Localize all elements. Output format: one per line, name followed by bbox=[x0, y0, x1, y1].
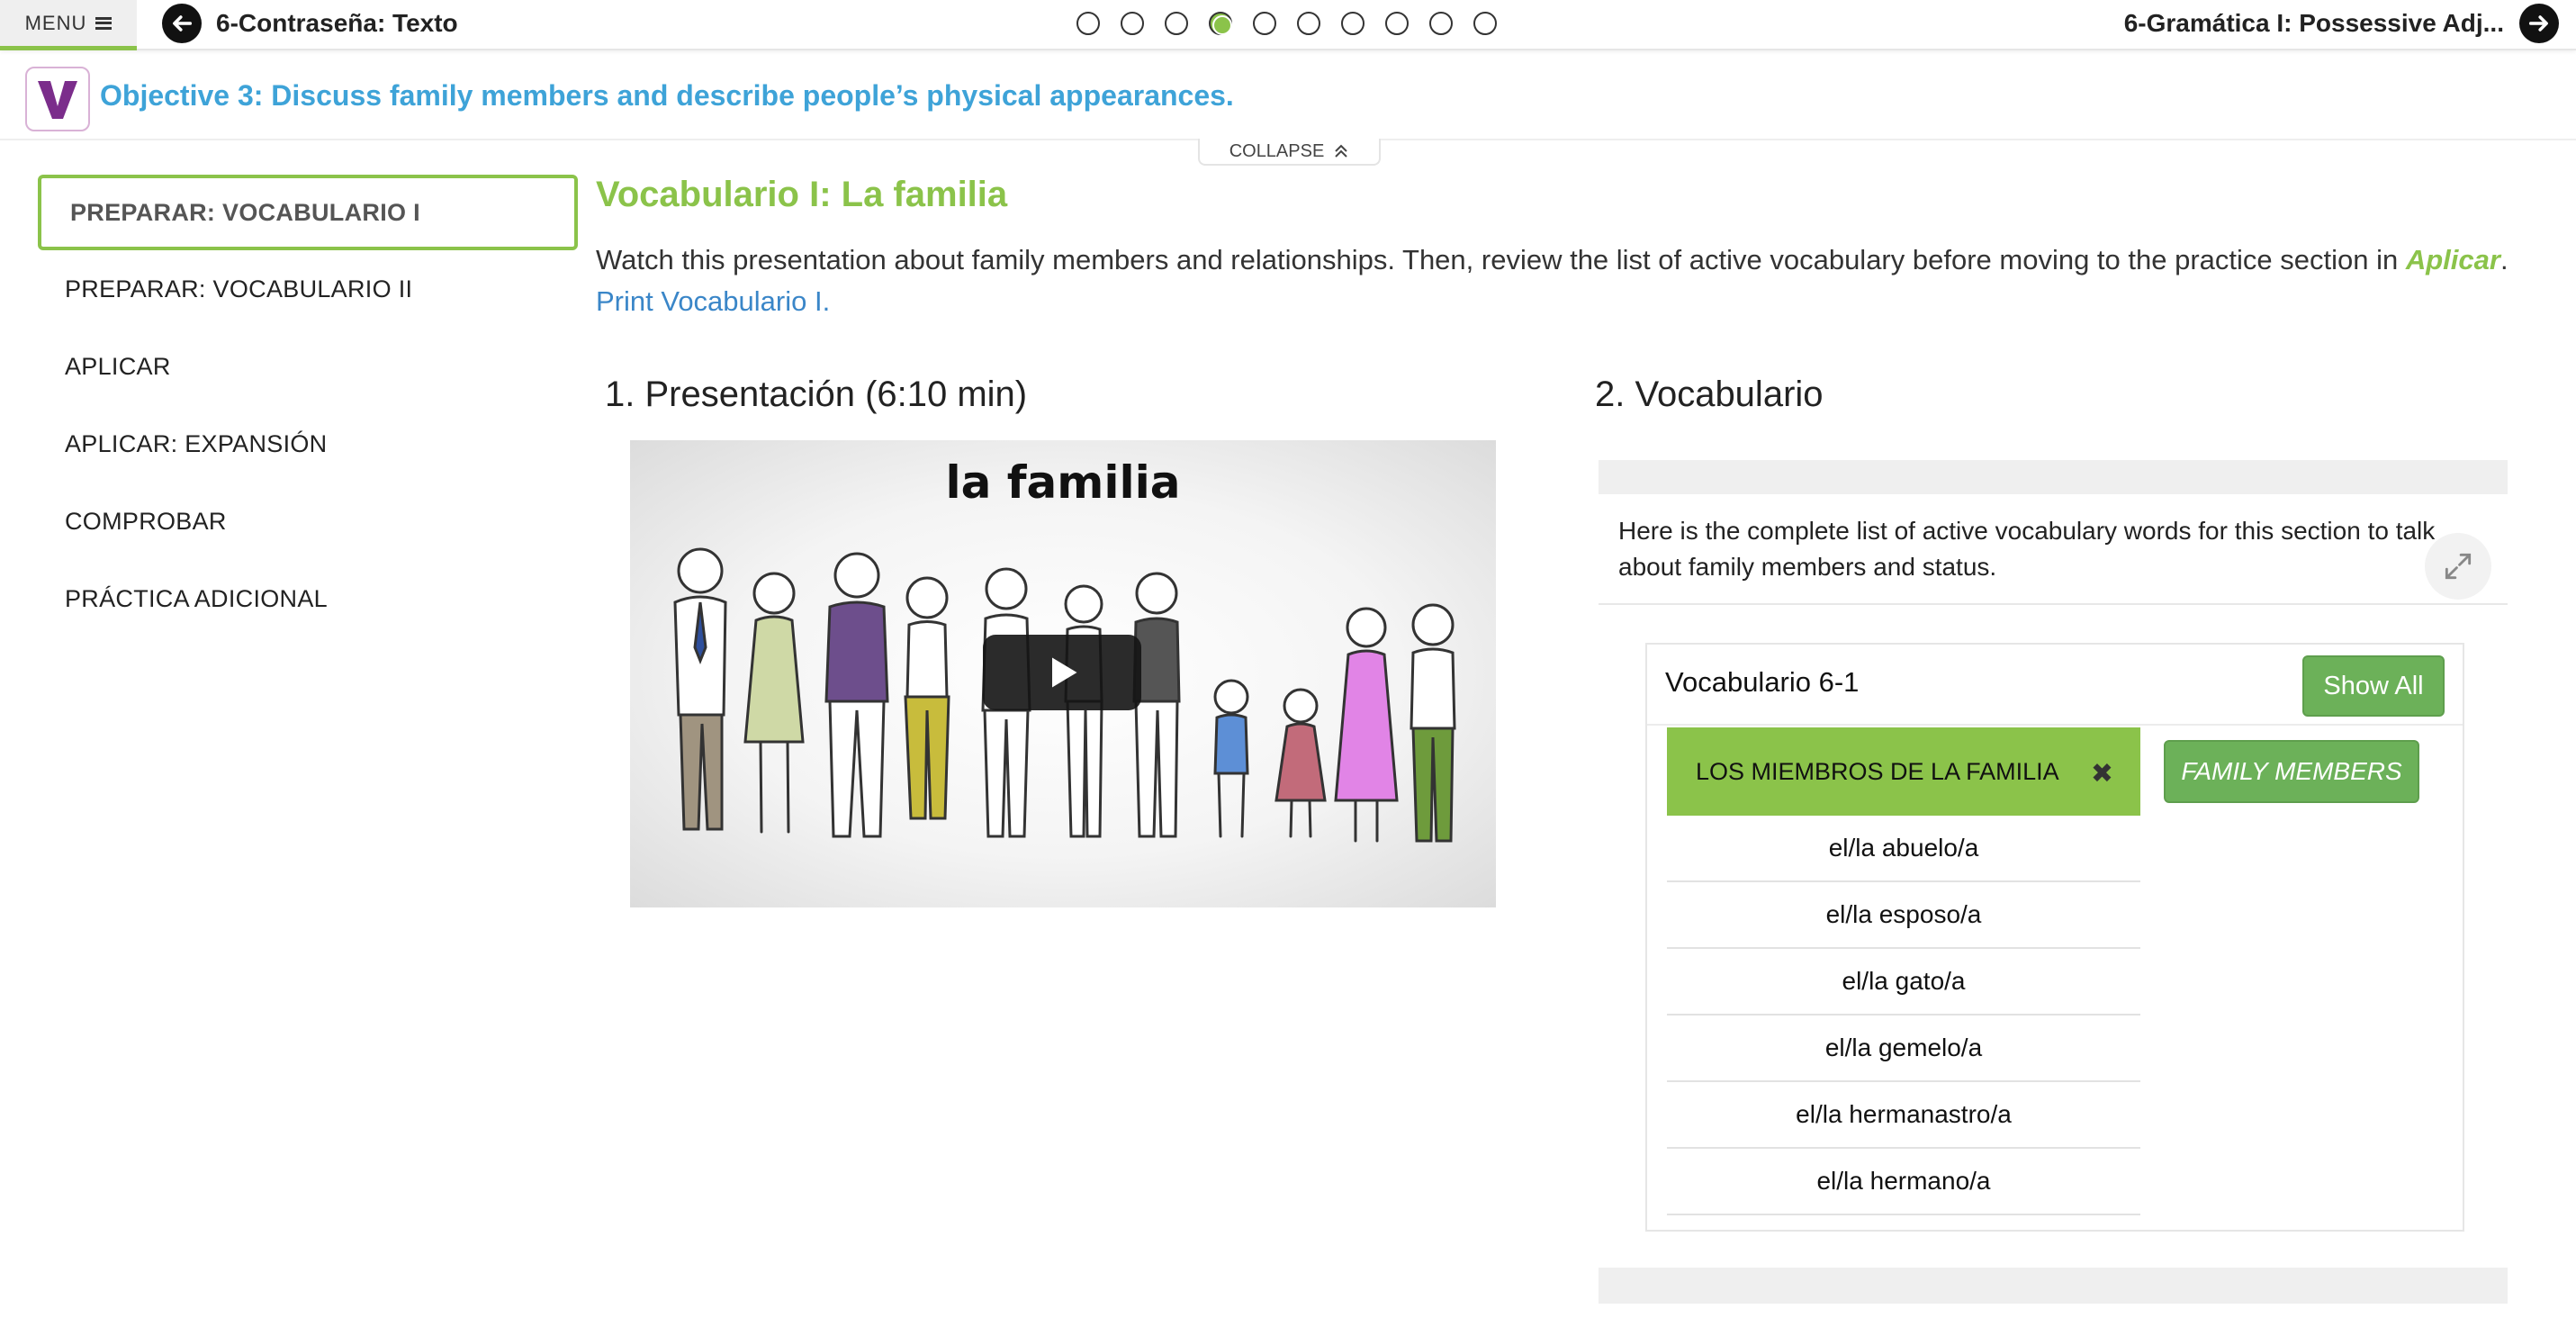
progress-dot[interactable] bbox=[1253, 12, 1276, 35]
objective-text: Objective 3: Discuss family members and … bbox=[100, 79, 1234, 112]
vocabulary-card: Vocabulario 6-1 Show All LOS MIEMBROS DE… bbox=[1645, 643, 2464, 1232]
next-page-title[interactable]: 6-Gramática I: Possessive Adj... bbox=[2124, 9, 2504, 38]
vocabulary-word[interactable]: el/la gemelo/a bbox=[1667, 1016, 2140, 1082]
vocab-panel-bottom-bar bbox=[1599, 1268, 2508, 1304]
top-navigation-bar: MENU 6-Contraseña: Texto 6-Gramática I: … bbox=[0, 0, 2576, 50]
next-page-button[interactable] bbox=[2519, 4, 2559, 43]
menu-button[interactable]: MENU bbox=[0, 0, 137, 50]
sidebar-item-preparar-vocabulario-i[interactable]: PREPARAR: VOCABULARIO I bbox=[38, 175, 578, 250]
vocabulary-card-header: Vocabulario 6-1 Show All bbox=[1647, 645, 2463, 726]
progress-dot[interactable] bbox=[1429, 12, 1453, 35]
vista-logo bbox=[25, 67, 90, 131]
arrow-right-icon bbox=[2528, 15, 2548, 32]
vocabulary-word[interactable]: el/la esposo/a bbox=[1667, 882, 2140, 949]
presentation-video[interactable]: la familia bbox=[630, 440, 1496, 907]
sidebar-item-practica-adicional[interactable]: PRÁCTICA ADICIONAL bbox=[38, 560, 578, 637]
category-translation-button[interactable]: FAMILY MEMBERS bbox=[2164, 740, 2419, 803]
expand-button[interactable] bbox=[2425, 533, 2491, 600]
vocabulary-word[interactable]: el/la hermano/a bbox=[1667, 1149, 2140, 1215]
vocabulary-heading: 2. Vocabulario bbox=[1595, 375, 1824, 414]
vocab-panel-top-bar bbox=[1599, 460, 2508, 494]
chevron-double-up-icon bbox=[1335, 144, 1348, 158]
sidebar-item-preparar-vocabulario-ii[interactable]: PREPARAR: VOCABULARIO II bbox=[38, 250, 578, 328]
vocabulary-word[interactable]: el/la hermanastro/a bbox=[1667, 1082, 2140, 1149]
sidebar-item-aplicar-expansion[interactable]: APLICAR: EXPANSIÓN bbox=[38, 405, 578, 483]
hamburger-icon bbox=[95, 16, 113, 30]
vocabulary-word-list: el/la abuelo/a el/la esposo/a el/la gato… bbox=[1667, 816, 2140, 1215]
sidebar-item-comprobar[interactable]: COMPROBAR bbox=[38, 483, 578, 560]
menu-label: MENU bbox=[24, 11, 87, 34]
close-icon[interactable]: ✖ bbox=[2091, 758, 2113, 790]
progress-dot[interactable] bbox=[1121, 12, 1144, 35]
vocabulary-word[interactable]: el/la abuelo/a bbox=[1667, 816, 2140, 882]
logo-v-icon bbox=[38, 81, 77, 119]
arrow-left-icon bbox=[173, 15, 193, 32]
vocab-description: Here is the complete list of active voca… bbox=[1618, 517, 2436, 581]
collapse-button[interactable]: COLLAPSE bbox=[1198, 139, 1381, 166]
progress-dot[interactable] bbox=[1385, 12, 1409, 35]
vocabulary-word[interactable]: el/la gato/a bbox=[1667, 949, 2140, 1016]
objective-bar: Objective 3: Discuss family members and … bbox=[0, 63, 2576, 140]
previous-page-button[interactable] bbox=[162, 4, 202, 43]
progress-dot[interactable] bbox=[1297, 12, 1320, 35]
progress-dot[interactable] bbox=[1341, 12, 1365, 35]
print-vocabulario-link[interactable]: Print Vocabulario I. bbox=[596, 285, 830, 317]
section-sidebar: PREPARAR: VOCABULARIO I PREPARAR: VOCABU… bbox=[38, 175, 578, 637]
expand-icon bbox=[2445, 553, 2472, 580]
progress-dot[interactable] bbox=[1076, 12, 1100, 35]
intro-text: Watch this presentation about family mem… bbox=[596, 244, 2406, 275]
play-icon bbox=[1052, 657, 1077, 688]
collapse-label: COLLAPSE bbox=[1229, 140, 1325, 161]
progress-dot[interactable] bbox=[1165, 12, 1188, 35]
show-all-button[interactable]: Show All bbox=[2302, 655, 2445, 717]
aplicar-link[interactable]: Aplicar bbox=[2406, 244, 2500, 275]
video-play-button[interactable] bbox=[983, 635, 1141, 710]
intro-period: . bbox=[2499, 244, 2508, 275]
sidebar-item-aplicar[interactable]: APLICAR bbox=[38, 328, 578, 405]
progress-dot[interactable] bbox=[1473, 12, 1497, 35]
vocab-panel-divider bbox=[1599, 603, 2508, 605]
progress-dots bbox=[1076, 12, 1497, 35]
vocabulary-card-title: Vocabulario 6-1 bbox=[1665, 666, 1860, 698]
progress-dot-current[interactable] bbox=[1209, 12, 1232, 35]
intro-paragraph: Watch this presentation about family mem… bbox=[596, 239, 2540, 322]
category-label: LOS MIEMBROS DE LA FAMILIA bbox=[1696, 757, 2059, 785]
presentation-heading: 1. Presentación (6:10 min) bbox=[605, 375, 1028, 414]
section-title: Vocabulario I: La familia bbox=[596, 175, 1008, 214]
previous-page-title[interactable]: 6-Contraseña: Texto bbox=[216, 9, 458, 38]
category-header[interactable]: LOS MIEMBROS DE LA FAMILIA ✖ bbox=[1667, 727, 2140, 816]
